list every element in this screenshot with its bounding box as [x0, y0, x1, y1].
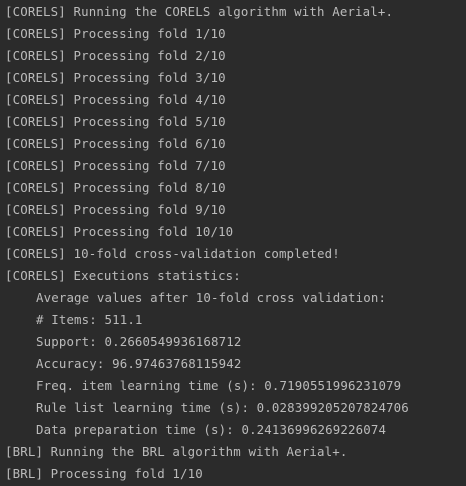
console-line: Average values after 10-fold cross valid…	[36, 290, 387, 305]
console-line: # Items: 511.1	[36, 312, 143, 327]
console-line: [CORELS] Processing fold 1/10	[5, 26, 226, 41]
console-line: [CORELS] Processing fold 7/10	[5, 158, 226, 173]
console-line: [CORELS] 10-fold cross-validation comple…	[5, 246, 340, 261]
console-output[interactable]: [CORELS] Running the CORELS algorithm wi…	[0, 0, 466, 486]
console-line: [BRL] Processing fold 1/10	[5, 466, 203, 481]
console-line: [CORELS] Processing fold 4/10	[5, 92, 226, 107]
console-line: [CORELS] Processing fold 3/10	[5, 70, 226, 85]
console-line: [BRL] Running the BRL algorithm with Aer…	[5, 444, 348, 459]
console-line: [CORELS] Processing fold 10/10	[5, 224, 234, 239]
console-line: Data preparation time (s): 0.24136996269…	[36, 422, 387, 437]
console-line: [CORELS] Processing fold 5/10	[5, 114, 226, 129]
console-line: Accuracy: 96.97463768115942	[36, 356, 242, 371]
console-line: [CORELS] Processing fold 9/10	[5, 202, 226, 217]
console-line: Freq. item learning time (s): 0.71905519…	[36, 378, 402, 393]
console-line: [CORELS] Running the CORELS algorithm wi…	[5, 4, 394, 19]
console-line: Rule list learning time (s): 0.028399205…	[36, 400, 409, 415]
console-line: [CORELS] Executions statistics:	[5, 268, 241, 283]
console-line: [CORELS] Processing fold 2/10	[5, 48, 226, 63]
console-line: [CORELS] Processing fold 8/10	[5, 180, 226, 195]
console-line: [CORELS] Processing fold 6/10	[5, 136, 226, 151]
console-line: Support: 0.2660549936168712	[36, 334, 242, 349]
